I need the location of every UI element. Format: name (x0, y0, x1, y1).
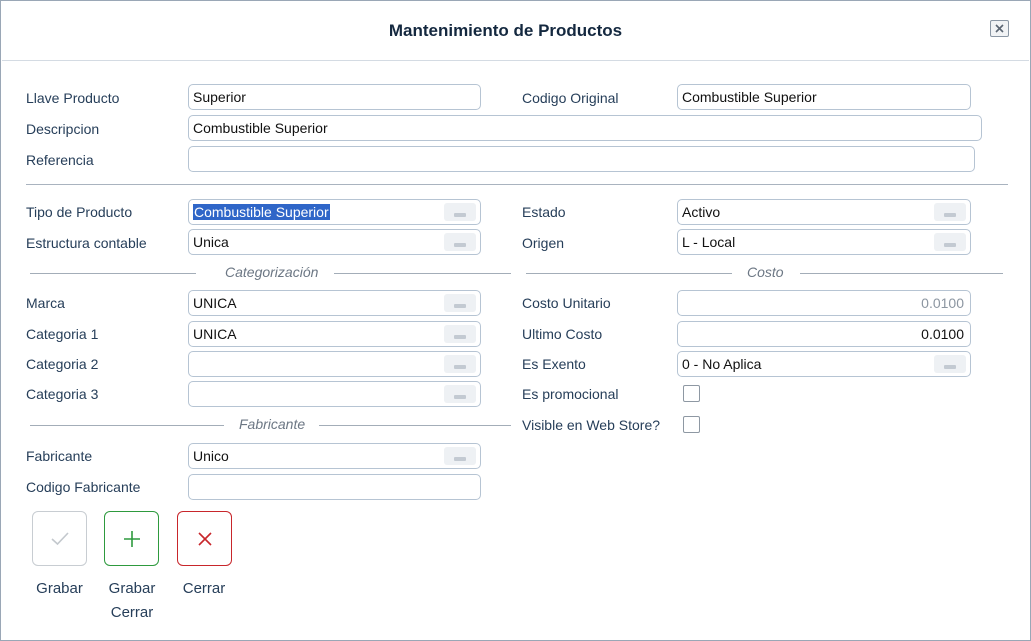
plus-icon (123, 530, 140, 547)
ultimo-costo-label: Ultimo Costo (522, 326, 603, 342)
estado-label: Estado (522, 204, 566, 220)
es-promocional-label: Es promocional (522, 386, 619, 402)
es-promocional-checkbox[interactable] (683, 385, 700, 402)
referencia-label: Referencia (26, 152, 94, 168)
categoria-3-select[interactable] (188, 381, 481, 407)
categoria-1-select[interactable]: UNICA (188, 321, 481, 347)
x-icon (197, 531, 212, 546)
dropdown-arrow-icon[interactable] (934, 355, 966, 373)
codigo-fabricante-label: Codigo Fabricante (26, 479, 141, 495)
estado-select[interactable]: Activo (677, 199, 971, 225)
categoria-3-label: Categoria 3 (26, 386, 99, 402)
grabar-cerrar-button[interactable] (104, 511, 159, 566)
dropdown-arrow-icon[interactable] (444, 447, 476, 465)
codigo-original-input[interactable]: Combustible Superior (677, 84, 971, 110)
marca-label: Marca (26, 295, 65, 311)
dropdown-arrow-icon[interactable] (444, 325, 476, 343)
costo-unitario-label: Costo Unitario (522, 295, 611, 311)
codigo-original-label: Codigo Original (522, 90, 619, 106)
check-icon (50, 531, 69, 545)
close-button[interactable] (990, 20, 1009, 37)
dropdown-arrow-icon[interactable] (934, 203, 966, 221)
tipo-producto-value: Combustible Superior (193, 204, 330, 220)
categoria-2-label: Categoria 2 (26, 356, 99, 372)
dropdown-arrow-icon[interactable] (444, 233, 476, 251)
fabricante-select[interactable]: Unico (188, 443, 481, 469)
grabar-cerrar-label-line1: Grabar (108, 580, 156, 597)
product-maintenance-dialog: Mantenimiento de Productos Llave Product… (0, 0, 1031, 641)
dropdown-arrow-icon[interactable] (444, 385, 476, 403)
title-divider (2, 60, 1029, 61)
es-exento-label: Es Exento (522, 356, 586, 372)
categorizacion-title: Categorización (225, 264, 319, 280)
categoria-2-select[interactable] (188, 351, 481, 377)
estado-value: Activo (682, 204, 721, 220)
codigo-fabricante-input[interactable] (188, 474, 481, 500)
cerrar-button[interactable] (177, 511, 232, 566)
dropdown-arrow-icon[interactable] (444, 294, 476, 312)
costo-section-header: Costo (526, 264, 1003, 282)
dropdown-arrow-icon[interactable] (444, 203, 476, 221)
es-exento-select[interactable]: 0 - No Aplica (677, 351, 971, 377)
grabar-button[interactable] (32, 511, 87, 566)
llave-producto-label: Llave Producto (26, 90, 120, 106)
costo-unitario-input: 0.0100 (677, 290, 971, 316)
origen-value: L - Local (682, 234, 736, 250)
section-divider (26, 184, 1008, 185)
fabricante-section-title: Fabricante (239, 416, 306, 432)
dropdown-arrow-icon[interactable] (444, 355, 476, 373)
categorizacion-section-header: Categorización (30, 264, 511, 282)
close-icon (995, 24, 1004, 33)
estructura-contable-value: Unica (193, 234, 229, 250)
dialog-title: Mantenimiento de Productos (388, 21, 623, 40)
descripcion-input[interactable]: Combustible Superior (188, 115, 982, 141)
fabricante-label: Fabricante (26, 448, 93, 464)
llave-producto-input[interactable]: Superior (188, 84, 481, 110)
categoria-1-label: Categoria 1 (26, 326, 99, 342)
categoria-1-value: UNICA (193, 326, 237, 342)
estructura-contable-select[interactable]: Unica (188, 229, 481, 255)
descripcion-label: Descripcion (26, 121, 100, 137)
visible-web-store-label: Visible en Web Store? (522, 417, 661, 433)
referencia-input[interactable] (188, 146, 975, 172)
cerrar-label: Cerrar (182, 580, 226, 597)
estructura-contable-label: Estructura contable (26, 235, 147, 251)
es-exento-value: 0 - No Aplica (682, 356, 762, 372)
grabar-label: Grabar (36, 580, 83, 597)
marca-select[interactable]: UNICA (188, 290, 481, 316)
fabricante-value: Unico (193, 448, 229, 464)
visible-web-store-checkbox[interactable] (683, 416, 700, 433)
tipo-producto-label: Tipo de Producto (26, 204, 133, 220)
origen-select[interactable]: L - Local (677, 229, 971, 255)
grabar-cerrar-label: Grabar Cerrar (97, 577, 167, 625)
costo-title: Costo (747, 264, 784, 280)
fabricante-section-header: Fabricante (30, 416, 511, 434)
dropdown-arrow-icon[interactable] (934, 233, 966, 251)
grabar-cerrar-label-line2: Cerrar (110, 604, 154, 621)
ultimo-costo-input[interactable]: 0.0100 (677, 321, 971, 347)
origen-label: Origen (522, 235, 565, 251)
tipo-producto-select[interactable]: Combustible Superior (188, 199, 481, 225)
marca-value: UNICA (193, 295, 237, 311)
